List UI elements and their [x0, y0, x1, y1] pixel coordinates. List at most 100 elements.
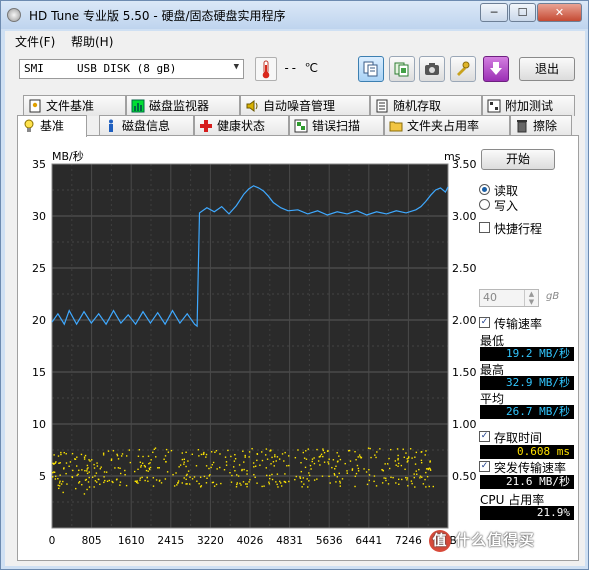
access-time-point: [211, 464, 213, 466]
access-time-point: [78, 482, 80, 484]
access-time-point: [181, 458, 184, 461]
copy-button[interactable]: [358, 56, 384, 82]
access-time-point: [338, 472, 340, 475]
x-tick-label: 4026: [237, 535, 264, 547]
options-button[interactable]: [450, 56, 476, 82]
access-time-point: [283, 460, 285, 462]
access-time-point: [261, 459, 264, 462]
access-time-point: [57, 477, 59, 480]
access-time-point: [407, 460, 409, 462]
save-button[interactable]: [389, 56, 415, 82]
access-time-point: [191, 478, 194, 480]
access-time-point: [140, 466, 142, 468]
access-time-point: [149, 466, 152, 469]
tab-disk-info[interactable]: 磁盘信息: [99, 115, 194, 136]
access-time-point: [158, 480, 161, 482]
access-time-point: [147, 470, 149, 472]
screenshot-button[interactable]: [419, 56, 445, 82]
access-time-point: [128, 449, 131, 451]
access-time-point: [425, 450, 427, 452]
start-button[interactable]: 开始: [481, 149, 555, 170]
access-time-point: [375, 456, 377, 459]
access-time-point: [336, 452, 338, 454]
access-time-point: [406, 479, 408, 481]
access-time-point: [203, 453, 205, 455]
access-time-point: [368, 479, 370, 482]
access-time-point: [193, 476, 196, 478]
spinner-arrows-icon[interactable]: ▲ ▼: [524, 290, 538, 306]
access-time-point: [154, 447, 157, 449]
camera-icon: [425, 63, 439, 75]
access-time-point: [409, 448, 412, 450]
access-time-point: [420, 461, 423, 464]
y2-tick-label: 3.50: [452, 158, 477, 171]
tab-disk-monitor[interactable]: 磁盘监视器: [126, 95, 240, 116]
short-stroke-spinner[interactable]: 40 ▲ ▼: [479, 289, 539, 307]
tab-random-access[interactable]: 随机存取: [370, 95, 482, 116]
download-icon: [490, 62, 502, 75]
access-time-point: [256, 453, 258, 455]
access-time-point: [274, 455, 276, 458]
access-time-point: [58, 462, 60, 464]
tab-file-benchmark[interactable]: 文件基准: [23, 95, 126, 116]
tab-noise-management[interactable]: 自动噪音管理: [240, 95, 370, 116]
close-button[interactable]: ✕: [537, 3, 582, 22]
access-time-point: [309, 464, 312, 467]
access-time-point: [280, 485, 283, 487]
access-time-point: [251, 447, 253, 450]
thermometer-icon: [255, 57, 277, 81]
client-area: SMI USB DISK (8 gB) ▼ -- ℃ 退出 文件基准 磁盘监视器…: [5, 51, 585, 566]
access-time-point: [300, 462, 302, 464]
copy-icon: [363, 61, 378, 77]
download-button[interactable]: [483, 56, 509, 82]
read-radio[interactable]: [479, 184, 490, 195]
access-time-point: [60, 483, 63, 485]
access-time-checkbox[interactable]: ✓: [479, 431, 490, 442]
write-radio[interactable]: [479, 199, 490, 210]
access-time-point: [397, 457, 399, 460]
access-time-point: [150, 459, 152, 461]
access-time-point: [94, 480, 97, 482]
access-time-point: [137, 468, 139, 471]
access-time-point: [65, 462, 68, 464]
transfer-rate-checkbox[interactable]: ✓: [479, 317, 490, 328]
access-time-point: [236, 482, 239, 484]
tab-folder-usage[interactable]: 文件夹占用率: [384, 115, 510, 136]
maximize-button[interactable]: ☐: [509, 3, 536, 22]
access-time-point: [54, 475, 57, 477]
drive-select[interactable]: SMI USB DISK (8 gB) ▼: [19, 59, 244, 79]
access-time-point: [104, 479, 106, 482]
access-time-point: [206, 477, 208, 479]
access-time-point: [215, 450, 218, 452]
access-time-point: [78, 481, 81, 483]
exit-button[interactable]: 退出: [519, 57, 575, 81]
access-time-point: [112, 481, 114, 484]
menu-file[interactable]: 文件(F): [15, 33, 55, 50]
x-tick-label: 805: [82, 535, 102, 547]
access-time-point: [419, 477, 421, 479]
short-stroke-checkbox[interactable]: [479, 222, 490, 233]
menu-help[interactable]: 帮助(H): [71, 33, 113, 50]
tab-health[interactable]: 健康状态: [194, 115, 289, 136]
access-time-point: [310, 468, 312, 470]
access-time-point: [385, 477, 387, 479]
tab-error-scan[interactable]: 错误扫描: [289, 115, 384, 136]
access-time-point: [88, 476, 90, 479]
access-time-point: [369, 447, 371, 450]
y-tick-label: 5: [39, 470, 46, 483]
access-time-point: [124, 469, 126, 472]
burst-rate-checkbox[interactable]: ✓: [479, 461, 490, 472]
access-time-point: [152, 485, 155, 487]
tab-benchmark[interactable]: 基准: [17, 115, 87, 137]
access-time-point: [245, 483, 247, 485]
tab-erase[interactable]: 擦除: [510, 115, 572, 136]
menu-bar: 文件(F) 帮助(H): [5, 31, 585, 51]
access-time-point: [339, 480, 341, 483]
access-time-point: [119, 472, 122, 475]
access-time-point: [415, 470, 417, 472]
minimize-button[interactable]: ─: [480, 3, 508, 22]
access-time-point: [373, 480, 375, 483]
access-time-point: [413, 473, 415, 475]
tab-extra-tests[interactable]: 附加测试: [482, 95, 575, 116]
access-time-point: [89, 460, 91, 462]
